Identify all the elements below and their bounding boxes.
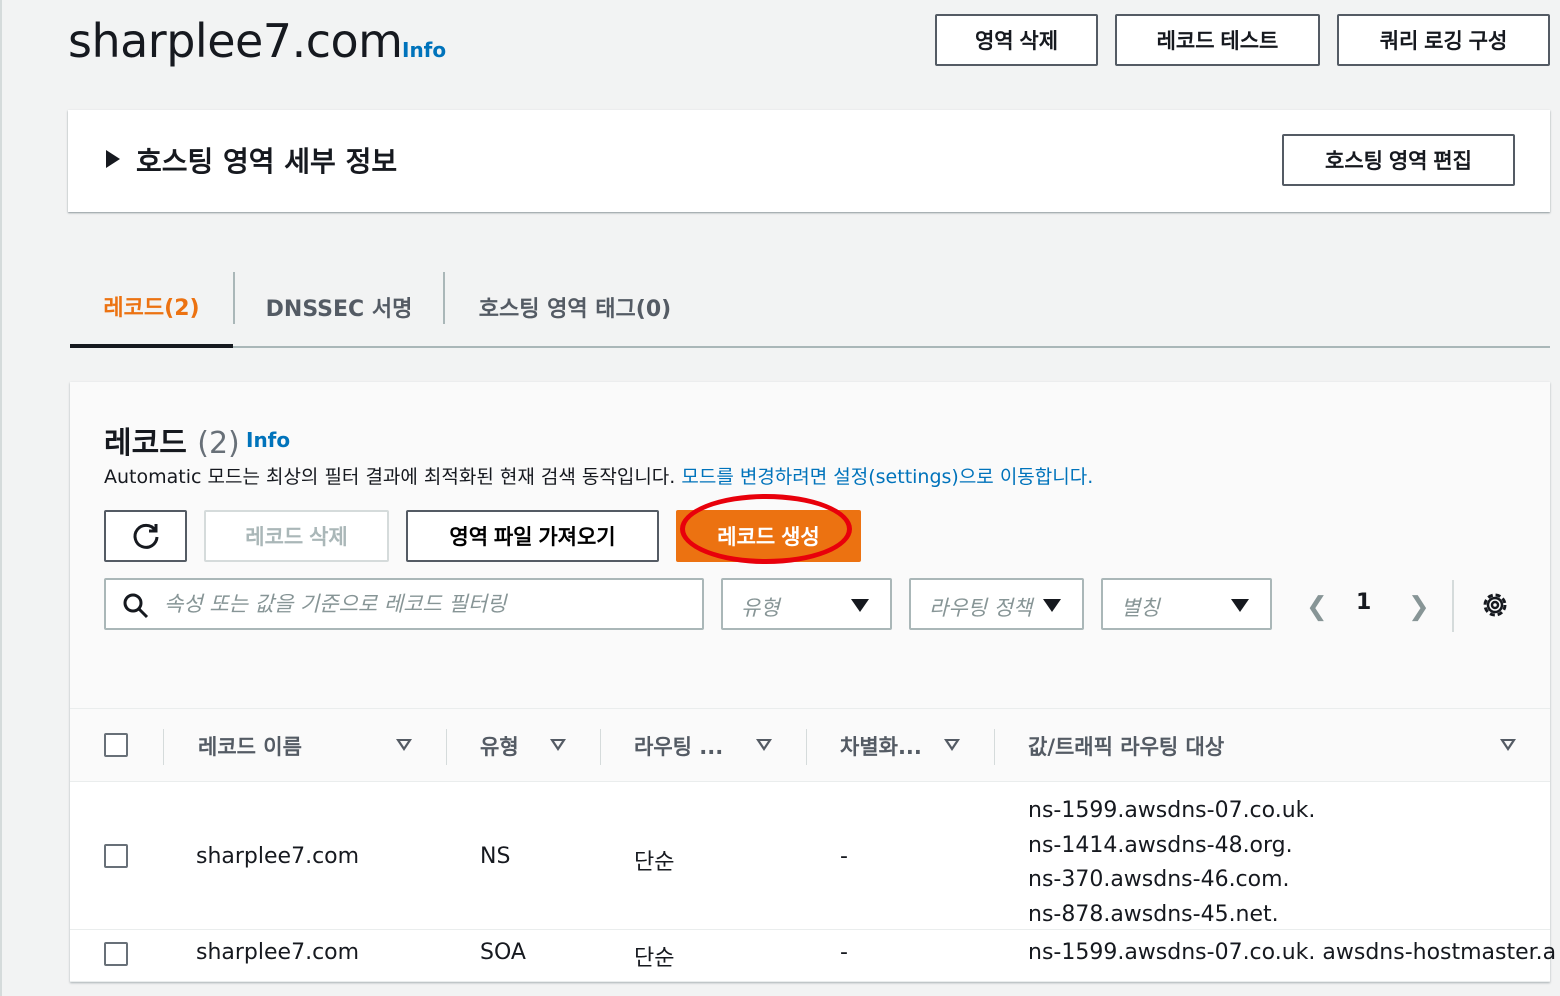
sort-icon[interactable] (944, 739, 960, 751)
record-name[interactable]: sharplee7.com (196, 940, 359, 965)
records-description: Automatic 모드는 최상의 필터 결과에 최적화된 현재 검색 동작입니… (104, 462, 1093, 489)
row-checkbox[interactable] (104, 942, 128, 966)
record-value: ns-370.awsdns-46.com. (1028, 867, 1290, 892)
chevron-right-icon[interactable]: ❯ (1408, 592, 1430, 622)
record-value: ns-1599.awsdns-07.co.uk. (1028, 798, 1316, 823)
alias-filter-select[interactable]: 별칭 (1101, 578, 1272, 630)
select-all-checkbox[interactable] (104, 733, 128, 757)
record-routing: 단순 (634, 850, 675, 875)
routing-policy-filter-select[interactable]: 라우팅 정책 (909, 578, 1084, 630)
caret-down-icon (1231, 599, 1249, 612)
records-count: (2) (197, 426, 240, 461)
import-zone-file-button[interactable]: 영역 파일 가져오기 (406, 510, 659, 562)
refresh-icon (133, 523, 158, 549)
tab-hosted-zone-tags[interactable]: 호스팅 영역 태그(0) (445, 268, 705, 346)
records-heading-label: 레코드 (104, 426, 187, 461)
table-row[interactable]: sharplee7.com NS 단순 - ns-1599.awsdns-07.… (70, 782, 1550, 930)
records-description-text: Automatic 모드는 최상의 필터 결과에 최적화된 현재 검색 동작입니… (104, 466, 682, 488)
records-heading: 레코드 (2) (104, 418, 240, 462)
delete-zone-button[interactable]: 영역 삭제 (935, 14, 1098, 66)
sort-icon[interactable] (550, 739, 566, 751)
record-routing: 단순 (634, 946, 675, 971)
tab-records[interactable]: 레코드(2) (70, 268, 233, 348)
edit-hosted-zone-button[interactable]: 호스팅 영역 편집 (1282, 134, 1515, 186)
records-panel: 레코드 (2) Info Automatic 모드는 최상의 필터 결과에 최적… (70, 382, 1556, 982)
table-header: 레코드 이름 유형 라우팅 ... 차별화... 값/트래픽 라우팅 대상 (70, 708, 1550, 782)
caret-down-icon (1043, 599, 1061, 612)
hosted-zone-details-title[interactable]: 호스팅 영역 세부 정보 (136, 140, 397, 180)
column-divider (446, 729, 447, 765)
test-record-button[interactable]: 레코드 테스트 (1115, 14, 1320, 66)
column-header-routing[interactable]: 라우팅 ... (634, 731, 723, 761)
current-page-number[interactable]: 1 (1356, 590, 1371, 615)
tab-dnssec[interactable]: DNSSEC 서명 (234, 268, 444, 346)
search-icon (123, 593, 149, 619)
record-value: ns-1599.awsdns-07.co.uk. awsdns-hostmast… (1028, 940, 1557, 965)
page-edge (0, 0, 2, 996)
caret-right-icon[interactable] (106, 150, 120, 168)
column-divider (994, 729, 995, 765)
record-value: ns-878.awsdns-45.net. (1028, 901, 1279, 927)
hosted-zone-details-panel: 호스팅 영역 세부 정보 호스팅 영역 편집 (68, 110, 1550, 212)
records-info-link[interactable]: Info (246, 428, 290, 452)
delete-record-button[interactable]: 레코드 삭제 (204, 510, 389, 562)
column-divider (163, 729, 164, 765)
title-info-link[interactable]: Info (402, 38, 446, 62)
column-header-value[interactable]: 값/트래픽 라우팅 대상 (1028, 731, 1224, 761)
row-checkbox[interactable] (104, 844, 128, 868)
record-value-list: ns-1599.awsdns-07.co.uk. ns-1414.awsdns-… (1028, 794, 1315, 932)
column-header-record-name[interactable]: 레코드 이름 (198, 731, 302, 761)
table-row[interactable]: sharplee7.com SOA 단순 - ns-1599.awsdns-07… (70, 930, 1556, 982)
refresh-button[interactable] (104, 510, 187, 562)
sort-icon[interactable] (396, 739, 412, 751)
record-type: SOA (480, 940, 526, 965)
column-divider (806, 729, 807, 765)
column-header-differentiator[interactable]: 차별화... (840, 731, 922, 761)
gear-icon[interactable] (1480, 590, 1510, 620)
page-title: sharplee7.com (68, 14, 403, 68)
record-differentiator: - (840, 844, 848, 869)
chevron-left-icon[interactable]: ❮ (1306, 592, 1328, 622)
pager-divider (1452, 580, 1454, 632)
sort-icon[interactable] (756, 739, 772, 751)
record-name[interactable]: sharplee7.com (196, 844, 359, 869)
record-type: NS (480, 844, 511, 869)
settings-link[interactable]: 모드를 변경하려면 설정(settings)으로 이동합니다. (681, 466, 1093, 488)
type-filter-label: 유형 (741, 596, 780, 620)
create-record-button[interactable]: 레코드 생성 (676, 510, 861, 562)
tab-bar: 레코드(2) DNSSEC 서명 호스팅 영역 태그(0) (70, 268, 1550, 348)
routing-filter-label: 라우팅 정책 (929, 596, 1033, 620)
query-logging-button[interactable]: 쿼리 로깅 구성 (1337, 14, 1550, 66)
sort-icon[interactable] (1500, 739, 1516, 751)
column-divider (600, 729, 601, 765)
caret-down-icon (851, 599, 869, 612)
alias-filter-label: 별칭 (1121, 596, 1160, 620)
record-differentiator: - (840, 940, 848, 965)
column-header-type[interactable]: 유형 (480, 731, 519, 761)
type-filter-select[interactable]: 유형 (721, 578, 892, 630)
search-input[interactable] (164, 588, 684, 620)
search-box[interactable] (104, 578, 704, 630)
record-value: ns-1414.awsdns-48.org. (1028, 832, 1293, 858)
